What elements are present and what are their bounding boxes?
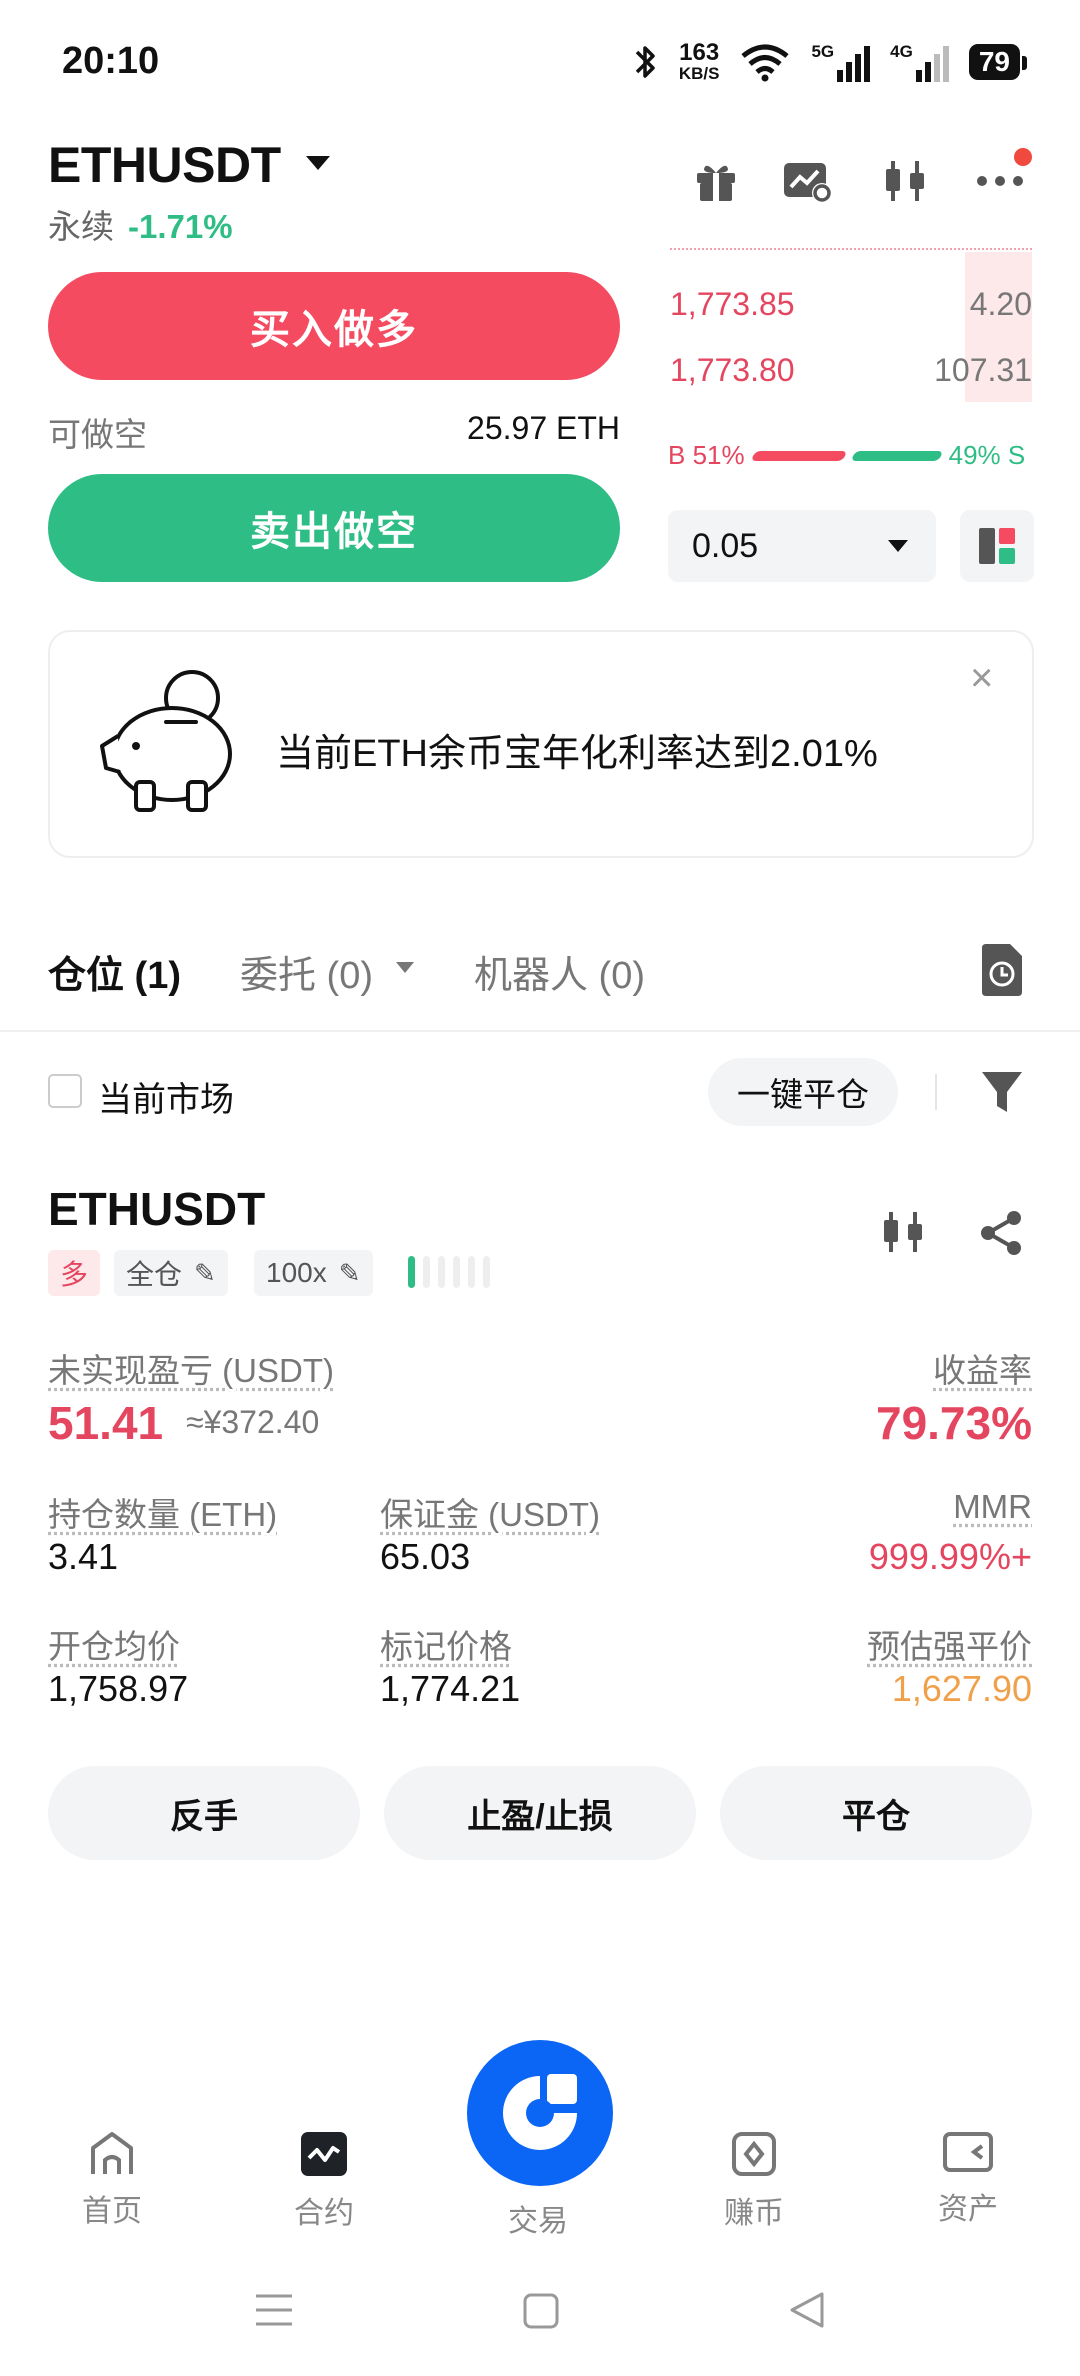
side-tag: 多 (48, 1250, 101, 1296)
order-book-row[interactable]: 1,773.85 4.20 (670, 286, 1032, 323)
home-icon (91, 2132, 133, 2174)
candlestick-icon[interactable] (880, 1208, 928, 1256)
battery-indicator: 79 (968, 44, 1028, 80)
wifi-icon (741, 44, 790, 82)
ask-price: 1,773.80 (670, 352, 795, 388)
tab-orders[interactable]: 委托 (0) (240, 944, 373, 999)
buy-ratio-label: B 51% (668, 440, 745, 470)
roe-value: 79.73% (875, 1397, 1032, 1449)
order-qty-select[interactable]: 0.05 (668, 510, 936, 582)
layout-icon (979, 528, 1015, 564)
order-history-icon[interactable] (978, 944, 1026, 996)
position-symbol[interactable]: ETHUSDT (48, 1182, 265, 1236)
order-book-edge (670, 238, 1032, 250)
margin-mode-label: 全仓 (126, 1259, 183, 1290)
entry-price-label: 开仓均价 (48, 1628, 180, 1665)
order-qty-value: 0.05 (692, 526, 759, 565)
sell-short-button[interactable]: 卖出做空 (48, 474, 620, 582)
piggy-bank-icon (100, 670, 232, 812)
avail-short-value: 25.97 ETH (467, 410, 620, 446)
wallet-icon (943, 2132, 993, 2172)
buy-long-button[interactable]: 买入做多 (48, 272, 620, 380)
nav-home[interactable]: 首页 (52, 2130, 172, 2230)
liq-price-value: 1,627.90 (891, 1668, 1032, 1709)
divider (935, 1074, 937, 1110)
close-all-button[interactable]: 一键平仓 (708, 1058, 898, 1126)
mmr-value: 999.99%+ (868, 1536, 1032, 1577)
earn-icon (732, 2132, 776, 2176)
size-value: 3.41 (48, 1536, 119, 1577)
tab-positions[interactable]: 仓位 (1) (48, 944, 181, 999)
share-icon[interactable] (976, 1208, 1026, 1258)
net-speed: 163 KB/S (678, 39, 720, 83)
margin-label: 保证金 (USDT) (380, 1496, 600, 1533)
order-book-row[interactable]: 1,773.80 107.31 (670, 352, 1032, 389)
chevron-down-icon (888, 540, 908, 552)
back-icon[interactable] (788, 2290, 826, 2330)
size-label: 持仓数量 (ETH) (48, 1496, 278, 1533)
unrealized-pnl-label: 未实现盈亏 (USDT) (48, 1352, 334, 1389)
close-icon[interactable]: × (970, 656, 993, 701)
avail-short-label: 可做空 (48, 416, 147, 453)
reverse-button[interactable]: 反手 (48, 1766, 360, 1860)
book-layout-button[interactable] (960, 510, 1034, 582)
menu-icon[interactable] (254, 2292, 294, 2328)
roe-label: 收益率 (933, 1352, 1032, 1389)
bluetooth-icon (635, 46, 655, 78)
nav-earn[interactable]: 赚币 (694, 2130, 814, 2232)
mark-price-value: 1,774.21 (380, 1668, 521, 1709)
unrealized-pnl-cny: ≈¥372.40 (186, 1404, 320, 1440)
tp-sl-button[interactable]: 止盈/止损 (384, 1766, 696, 1860)
margin-value: 65.03 (380, 1536, 471, 1577)
trade-logo-icon (503, 2074, 577, 2150)
nav-assets[interactable]: 资产 (908, 2130, 1028, 2228)
contract-icon (301, 2132, 347, 2176)
sell-ratio-label: 49% S (948, 440, 1026, 470)
contract-info: 永续 -1.71% (48, 200, 233, 248)
nav-trade-button[interactable] (467, 2040, 613, 2186)
leverage-tag[interactable]: 100x ✎ (254, 1250, 373, 1296)
chart-settings-icon[interactable] (782, 155, 834, 207)
ask-price: 1,773.85 (670, 286, 795, 322)
home-square-icon[interactable] (522, 2292, 560, 2330)
candlestick-icon[interactable] (880, 155, 932, 207)
tab-bots[interactable]: 机器人 (0) (474, 944, 645, 999)
symbol-selector[interactable]: ETHUSDT (48, 136, 281, 194)
edit-icon: ✎ (194, 1257, 216, 1288)
divider (0, 1030, 1080, 1032)
margin-mode-tag[interactable]: 全仓 ✎ (114, 1250, 228, 1296)
filter-icon[interactable] (978, 1068, 1026, 1116)
leverage-label: 100x (266, 1257, 327, 1288)
edit-icon: ✎ (338, 1257, 361, 1288)
notification-dot (1014, 148, 1032, 166)
mmr-label: MMR (953, 1488, 1032, 1525)
nav-contract[interactable]: 合约 (264, 2130, 384, 2232)
entry-price-value: 1,758.97 (48, 1668, 189, 1709)
chevron-down-icon[interactable] (396, 962, 414, 973)
mark-price-label: 标记价格 (380, 1628, 512, 1665)
status-icons: 163 KB/S 5G 4G 79 (633, 38, 1028, 86)
risk-level-bars (408, 1256, 490, 1288)
signal-5g-icon: 5G (811, 42, 871, 82)
promo-text: 当前ETH余币宝年化利率达到2.01% (276, 733, 878, 775)
gift-icon[interactable] (690, 155, 742, 207)
close-position-button[interactable]: 平仓 (720, 1766, 1032, 1860)
chevron-down-icon[interactable] (306, 156, 330, 170)
nav-trade-label[interactable]: 交易 (508, 2196, 568, 2240)
ask-qty: 107.31 (934, 352, 1032, 388)
buy-sell-ratio: B 51% 49% S (668, 440, 1034, 471)
status-time: 20:10 (62, 40, 160, 82)
signal-4g-icon: 4G (890, 42, 949, 82)
current-market-label: 当前市场 (98, 1081, 234, 1119)
unrealized-pnl: 51.41 (48, 1397, 164, 1449)
price-change: -1.71% (128, 208, 233, 245)
contract-type: 永续 (48, 208, 114, 245)
current-market-checkbox[interactable] (48, 1074, 82, 1108)
sell-ratio-bar (850, 450, 943, 461)
liq-price-label: 预估强平价 (867, 1628, 1032, 1665)
ask-qty: 4.20 (969, 286, 1032, 322)
buy-ratio-bar (750, 450, 847, 461)
